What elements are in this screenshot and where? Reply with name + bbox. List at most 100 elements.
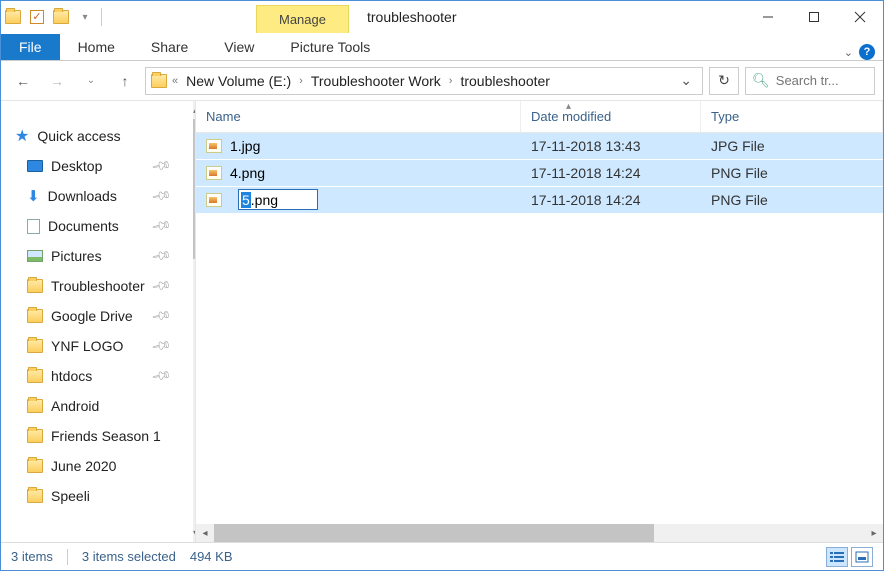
sidebar-item[interactable]: Documents📌︎ [1, 211, 193, 241]
sidebar-item[interactable]: Speeli [1, 481, 193, 511]
ribbon: File Home Share View Picture Tools ⌄ ? [1, 33, 883, 61]
monitor-icon [27, 160, 43, 172]
sidebar-item[interactable]: Troubleshooter 📌︎ [1, 271, 193, 301]
address-folder-icon [151, 74, 167, 88]
folder-icon [27, 309, 43, 323]
horizontal-scrollbar[interactable]: ◂ ▸ [196, 524, 883, 542]
title-bar: ✓ ▾ Manage troubleshooter [1, 1, 883, 33]
chevron-right-icon[interactable]: › [447, 75, 455, 87]
folder-icon [27, 279, 43, 293]
folder-icon [27, 339, 43, 353]
sidebar-item-label: June 2020 [51, 458, 116, 474]
image-file-icon [206, 166, 222, 180]
minimize-button[interactable] [745, 1, 791, 33]
view-details-button[interactable] [826, 547, 848, 567]
status-bar: 3 items 3 items selected 494 KB [1, 542, 883, 570]
quick-access-header[interactable]: ★ Quick access [1, 121, 193, 151]
sidebar-item[interactable]: Friends Season 1 [1, 421, 193, 451]
sidebar-item-label: Pictures [51, 248, 102, 264]
crumb-folder-1[interactable]: Troubleshooter Work [307, 73, 445, 89]
sidebar-item-label: Documents [48, 218, 119, 234]
file-row[interactable]: 1.jpg17-11-2018 13:43JPG File [196, 133, 883, 160]
sidebar-item[interactable]: Android [1, 391, 193, 421]
sidebar-item-label: YNF LOGO [51, 338, 123, 354]
file-list: ▴ Name Date modified Type 1.jpg17-11-201… [196, 101, 883, 542]
column-headers: Name Date modified Type [196, 101, 883, 133]
image-file-icon [206, 139, 222, 153]
sidebar-item[interactable]: June 2020 [1, 451, 193, 481]
column-date[interactable]: Date modified [521, 101, 701, 132]
chevron-right-icon[interactable]: › [297, 75, 305, 87]
hscroll-thumb[interactable] [214, 524, 654, 542]
sidebar-item-label: Troubleshooter [51, 278, 145, 294]
qat-dropdown-icon[interactable]: ▾ [73, 1, 97, 33]
pin-icon: 📌︎ [150, 305, 173, 328]
help-icon[interactable]: ? [859, 44, 875, 60]
new-folder-icon[interactable] [49, 1, 73, 33]
pin-icon: 📌︎ [150, 365, 173, 388]
scroll-left-icon[interactable]: ◂ [196, 524, 214, 542]
back-button[interactable]: ← [9, 67, 37, 95]
close-button[interactable] [837, 1, 883, 33]
refresh-button[interactable]: ↻ [709, 67, 739, 95]
column-name[interactable]: Name [196, 101, 521, 132]
tab-view[interactable]: View [206, 34, 272, 60]
search-icon: 🔍︎ [752, 72, 770, 89]
properties-icon[interactable]: ✓ [25, 1, 49, 33]
search-box[interactable]: 🔍︎ [745, 67, 875, 95]
pin-icon: 📌︎ [150, 245, 173, 268]
pin-icon: 📌︎ [150, 335, 173, 358]
sidebar-item-label: Downloads [48, 188, 117, 204]
file-date: 17-11-2018 14:24 [521, 192, 701, 208]
file-date: 17-11-2018 14:24 [521, 165, 701, 181]
recent-locations-icon[interactable]: ⌄ [77, 67, 105, 95]
status-selection: 3 items selected [82, 549, 176, 564]
maximize-button[interactable] [791, 1, 837, 33]
file-tab[interactable]: File [1, 34, 60, 60]
contextual-tab-label: Manage [256, 5, 349, 33]
sidebar-item-label: Speeli [51, 488, 90, 504]
crumb-volume[interactable]: New Volume (E:) [182, 73, 295, 89]
down-icon: ⬇ [27, 187, 40, 205]
sidebar-item-label: htdocs [51, 368, 92, 384]
image-file-icon [206, 193, 222, 207]
folder-icon [27, 489, 43, 503]
file-date: 17-11-2018 13:43 [521, 138, 701, 154]
address-dropdown-icon[interactable]: ⌄ [674, 72, 698, 89]
window-title: troubleshooter [367, 9, 457, 25]
view-thumbnails-button[interactable] [851, 547, 873, 567]
rename-input[interactable]: 5.png [238, 189, 318, 210]
status-size: 494 KB [190, 549, 233, 564]
crumb-folder-2[interactable]: troubleshooter [456, 73, 554, 89]
file-row[interactable]: 4.png 17-11-2018 14:24PNG File [196, 160, 883, 187]
crumb-overflow-icon[interactable]: « [170, 75, 180, 87]
sort-indicator-icon: ▴ [566, 101, 571, 112]
search-input[interactable] [776, 73, 866, 88]
sidebar-item[interactable]: YNF LOGO 📌︎ [1, 331, 193, 361]
pin-icon: 📌︎ [150, 155, 173, 178]
file-type: PNG File [701, 165, 883, 181]
tab-picture-tools[interactable]: Picture Tools [272, 34, 388, 60]
sidebar-item[interactable]: Google Drive 📌︎ [1, 301, 193, 331]
tab-share[interactable]: Share [133, 34, 206, 60]
sidebar-item-label: Google Drive [51, 308, 133, 324]
sidebar-item[interactable]: ⬇Downloads📌︎ [1, 181, 193, 211]
file-name: 4.png [230, 165, 265, 181]
file-row[interactable]: 5.png17-11-2018 14:24PNG File [196, 187, 883, 214]
column-type[interactable]: Type [701, 101, 883, 132]
status-item-count: 3 items [11, 549, 53, 564]
scroll-right-icon[interactable]: ▸ [865, 524, 883, 542]
sidebar-item[interactable]: Pictures 📌︎ [1, 241, 193, 271]
sidebar-item[interactable]: htdocs 📌︎ [1, 361, 193, 391]
folder-icon [27, 369, 43, 383]
address-bar[interactable]: « New Volume (E:) › Troubleshooter Work … [145, 67, 703, 95]
quick-access-label: Quick access [37, 128, 120, 144]
tab-home[interactable]: Home [60, 34, 133, 60]
star-icon: ★ [15, 126, 29, 146]
forward-button[interactable]: → [43, 67, 71, 95]
up-button[interactable]: ↑ [111, 67, 139, 95]
pin-icon: 📌︎ [150, 275, 173, 298]
sidebar-item[interactable]: Desktop📌︎ [1, 151, 193, 181]
folder-icon [27, 399, 43, 413]
ribbon-expand-icon[interactable]: ⌄ [844, 46, 853, 59]
